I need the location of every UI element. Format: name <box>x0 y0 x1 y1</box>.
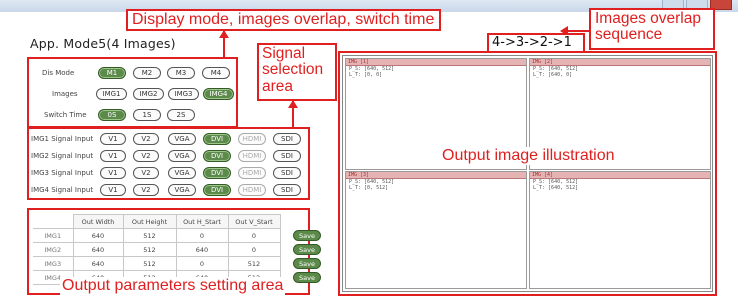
img3-hdmi-button[interactable]: HDMI <box>238 167 266 179</box>
mode-m4-button[interactable]: M4 <box>202 67 230 79</box>
img1-hdmi-button[interactable]: HDMI <box>238 133 266 145</box>
output-illustration-area: IMG [1] P_S: [640, 512] L_T: [0, 0] IMG … <box>342 55 713 292</box>
img1-v2-button[interactable]: V2 <box>133 133 159 145</box>
save-img1-button[interactable]: Save <box>293 230 321 241</box>
img2-v2-button[interactable]: V2 <box>133 150 159 162</box>
table-header-row: Out Width Out Height Out H_Start Out V_S… <box>33 214 281 229</box>
img1-vga-button[interactable]: VGA <box>168 133 196 145</box>
img4-v2-button[interactable]: V2 <box>133 184 159 196</box>
cell-out-height[interactable]: 512 <box>122 242 177 257</box>
img4-vga-button[interactable]: VGA <box>168 184 196 196</box>
cell-out-v-start[interactable]: 0 <box>227 228 281 243</box>
cell-out-height[interactable]: 512 <box>122 256 177 271</box>
img2-signal-label: IMG2 Signal Input <box>31 152 94 160</box>
switch-time-label: Switch Time <box>44 111 87 119</box>
img1-v1-button[interactable]: V1 <box>100 133 126 145</box>
img3-v2-button[interactable]: V2 <box>133 167 159 179</box>
img1-dvi-button[interactable]: DVI <box>203 133 231 145</box>
cell-out-width[interactable]: 640 <box>72 228 124 243</box>
img2-dvi-button[interactable]: DVI <box>203 150 231 162</box>
images-img4-button[interactable]: IMG4 <box>203 88 234 100</box>
img2-vga-button[interactable]: VGA <box>168 150 196 162</box>
img1-sdi-button[interactable]: SDI <box>273 133 301 145</box>
page-title: App. Mode5(4 Images) <box>30 36 176 51</box>
table-row: IMG3 640 512 0 512 <box>33 256 281 271</box>
cell-out-v-start[interactable]: 0 <box>227 242 281 257</box>
mode-m2-button[interactable]: M2 <box>133 67 161 79</box>
quad-pos: L_T: [0, 512] <box>349 185 389 191</box>
images-img1-button[interactable]: IMG1 <box>96 88 127 100</box>
dis-mode-label: Dis Mode <box>42 69 75 77</box>
img2-v1-button[interactable]: V1 <box>100 150 126 162</box>
cell-out-h-start[interactable]: 0 <box>175 256 229 271</box>
quad-pos: L_T: [0, 0] <box>349 72 383 78</box>
img2-hdmi-button[interactable]: HDMI <box>238 150 266 162</box>
quad-pos: L_T: [640, 0] <box>533 72 573 78</box>
row-name: IMG2 <box>33 242 74 257</box>
quad-pos: L_T: [640, 512] <box>533 185 579 191</box>
cell-out-v-start[interactable]: 512 <box>227 256 281 271</box>
img3-sdi-button[interactable]: SDI <box>273 167 301 179</box>
output-params-table: Out Width Out Height Out H_Start Out V_S… <box>33 214 281 285</box>
cell-out-width[interactable]: 640 <box>72 242 124 257</box>
save-img4-button[interactable]: Save <box>293 272 321 283</box>
quad-header: IMG [3] <box>346 172 526 179</box>
images-label: Images <box>52 90 78 98</box>
callout-overlap-sequence: Images overlap sequence <box>589 8 715 50</box>
row-name: IMG1 <box>33 228 74 243</box>
img1-signal-label: IMG1 Signal Input <box>31 135 94 143</box>
quad-header: IMG [4] <box>530 172 710 179</box>
quad-header: IMG [2] <box>530 59 710 66</box>
img4-hdmi-button[interactable]: HDMI <box>238 184 266 196</box>
callout-display-mode: Display mode, images overlap, switch tim… <box>126 9 441 31</box>
switch-0s-button[interactable]: 0S <box>98 109 126 121</box>
callout-output-params: Output parameters setting area <box>60 277 286 295</box>
col-out-h-start: Out H_Start <box>175 214 229 229</box>
img3-vga-button[interactable]: VGA <box>168 167 196 179</box>
output-quad-4: IMG [4] P_S: [640, 512] L_T: [640, 512] <box>529 171 711 289</box>
col-out-width: Out Width <box>72 214 124 229</box>
quad-header: IMG [1] <box>346 59 526 66</box>
img3-v1-button[interactable]: V1 <box>100 167 126 179</box>
cell-out-height[interactable]: 512 <box>122 228 177 243</box>
img4-sdi-button[interactable]: SDI <box>273 184 301 196</box>
table-row: IMG2 640 512 640 0 <box>33 242 281 257</box>
switch-1s-button[interactable]: 1S <box>133 109 161 121</box>
arrow-display-mode-head <box>219 30 229 38</box>
save-img3-button[interactable]: Save <box>293 258 321 269</box>
cell-out-width[interactable]: 640 <box>72 256 124 271</box>
mode-m3-button[interactable]: M3 <box>167 67 195 79</box>
row-name: IMG3 <box>33 256 74 271</box>
switch-2s-button[interactable]: 2S <box>167 109 195 121</box>
callout-output-illustration: Output image illustration <box>440 147 617 165</box>
arrow-signal-head <box>288 100 298 108</box>
col-out-v-start: Out V_Start <box>227 214 281 229</box>
images-img2-button[interactable]: IMG2 <box>133 88 164 100</box>
mode-m1-button[interactable]: M1 <box>98 67 126 79</box>
img3-signal-label: IMG3 Signal Input <box>31 169 94 177</box>
img3-dvi-button[interactable]: DVI <box>203 167 231 179</box>
img4-signal-label: IMG4 Signal Input <box>31 186 94 194</box>
img4-v1-button[interactable]: V1 <box>100 184 126 196</box>
cell-out-h-start[interactable]: 640 <box>175 242 229 257</box>
img4-dvi-button[interactable]: DVI <box>203 184 231 196</box>
cell-out-h-start[interactable]: 0 <box>175 228 229 243</box>
overlap-sequence-value: 4->3->2->1 <box>487 33 585 53</box>
save-img2-button[interactable]: Save <box>293 244 321 255</box>
table-row: IMG1 640 512 0 0 <box>33 228 281 243</box>
output-quad-3: IMG [3] P_S: [640, 512] L_T: [0, 512] <box>345 171 527 289</box>
callout-signal-selection: Signal selection area <box>257 43 337 101</box>
img2-sdi-button[interactable]: SDI <box>273 150 301 162</box>
table-corner <box>33 214 74 229</box>
images-img3-button[interactable]: IMG3 <box>168 88 199 100</box>
col-out-height: Out Height <box>122 214 177 229</box>
